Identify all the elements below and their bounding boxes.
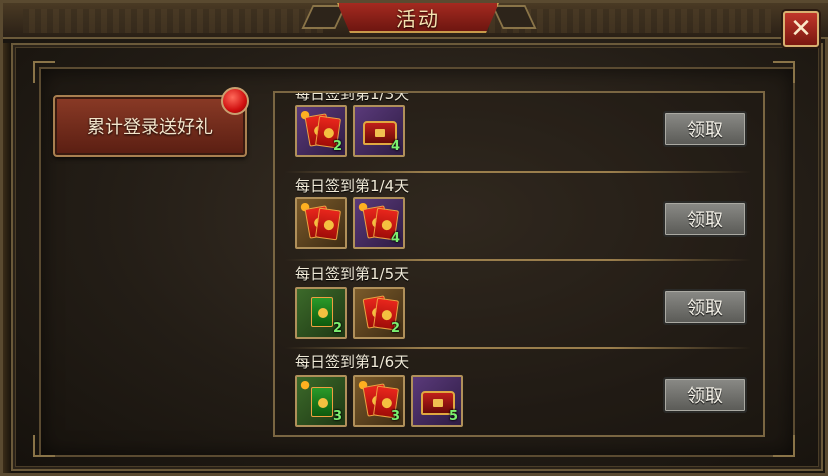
left-edge: [3, 43, 11, 473]
reward-item[interactable]: 2: [353, 287, 405, 339]
item-count: 4: [390, 231, 400, 246]
person-icon: ●: [300, 378, 310, 391]
close-icon: ✕: [790, 14, 812, 44]
reward-item[interactable]: ● 2: [295, 105, 347, 157]
claim-button[interactable]: 领取: [663, 377, 747, 413]
reward-row: 每日签到第1/3天 ● 2 4 领取: [275, 91, 763, 173]
reward-item[interactable]: ● 4: [353, 197, 405, 249]
frame-corner: [773, 61, 795, 83]
item-count: 4: [390, 139, 400, 154]
item-count: 3: [332, 409, 342, 424]
tab-cumulative-login-gift[interactable]: 累计登录送好礼: [53, 95, 247, 157]
frame-corner: [33, 61, 55, 83]
claim-button[interactable]: 领取: [663, 289, 747, 325]
row-divider: [285, 171, 751, 173]
claim-button-label: 领取: [687, 210, 723, 231]
close-button[interactable]: ✕: [783, 11, 819, 47]
red-envelope-icon: [315, 207, 341, 241]
frame-corner: [33, 435, 55, 457]
reward-list[interactable]: 每日签到第1/3天 ● 2 4 领取 每日签到第1/4天 ● ● 4 领取 每日…: [273, 91, 765, 437]
reward-row: 每日签到第1/5天 2 2 领取: [275, 263, 763, 351]
reward-row-title: 每日签到第1/5天: [295, 265, 410, 283]
reward-row-title: 每日签到第1/3天: [295, 91, 410, 103]
claim-button[interactable]: 领取: [663, 111, 747, 147]
item-count: 2: [332, 139, 342, 154]
notification-dot-icon: [221, 87, 249, 115]
red-envelope-icon: [311, 387, 333, 417]
reward-item[interactable]: 2: [295, 287, 347, 339]
item-count: 2: [332, 321, 342, 336]
title-plate: 活动: [337, 3, 499, 33]
reward-item[interactable]: ●: [295, 197, 347, 249]
chest-lock: [375, 129, 385, 137]
red-envelope-icon: [311, 297, 333, 327]
reward-row: 每日签到第1/4天 ● ● 4 领取: [275, 175, 763, 263]
reward-row: 每日签到第1/6天 ● 3 ● 3 5 领取: [275, 351, 763, 435]
reward-row-title: 每日签到第1/6天: [295, 353, 410, 371]
claim-button[interactable]: 领取: [663, 201, 747, 237]
claim-button-label: 领取: [687, 298, 723, 319]
window-title: 活动: [396, 6, 440, 31]
reward-item[interactable]: 4: [353, 105, 405, 157]
frame-corner: [773, 435, 795, 457]
item-count: 3: [390, 409, 400, 424]
chest-lock: [433, 399, 443, 407]
reward-item[interactable]: 5: [411, 375, 463, 427]
item-count: 2: [390, 321, 400, 336]
reward-item[interactable]: ● 3: [353, 375, 405, 427]
claim-button-label: 领取: [687, 120, 723, 141]
reward-row-title: 每日签到第1/4天: [295, 177, 410, 195]
claim-button-label: 领取: [687, 386, 723, 407]
activity-window: 活动 ✕ 累计登录送好礼 每日签到第1/3天 ● 2 4 领取 每日签到第1/4…: [0, 0, 828, 476]
row-divider: [285, 259, 751, 261]
header-ornament-left: [23, 9, 323, 33]
reward-item[interactable]: ● 3: [295, 375, 347, 427]
row-divider: [285, 347, 751, 349]
tab-label: 累计登录送好礼: [87, 117, 213, 138]
item-count: 5: [448, 409, 458, 424]
